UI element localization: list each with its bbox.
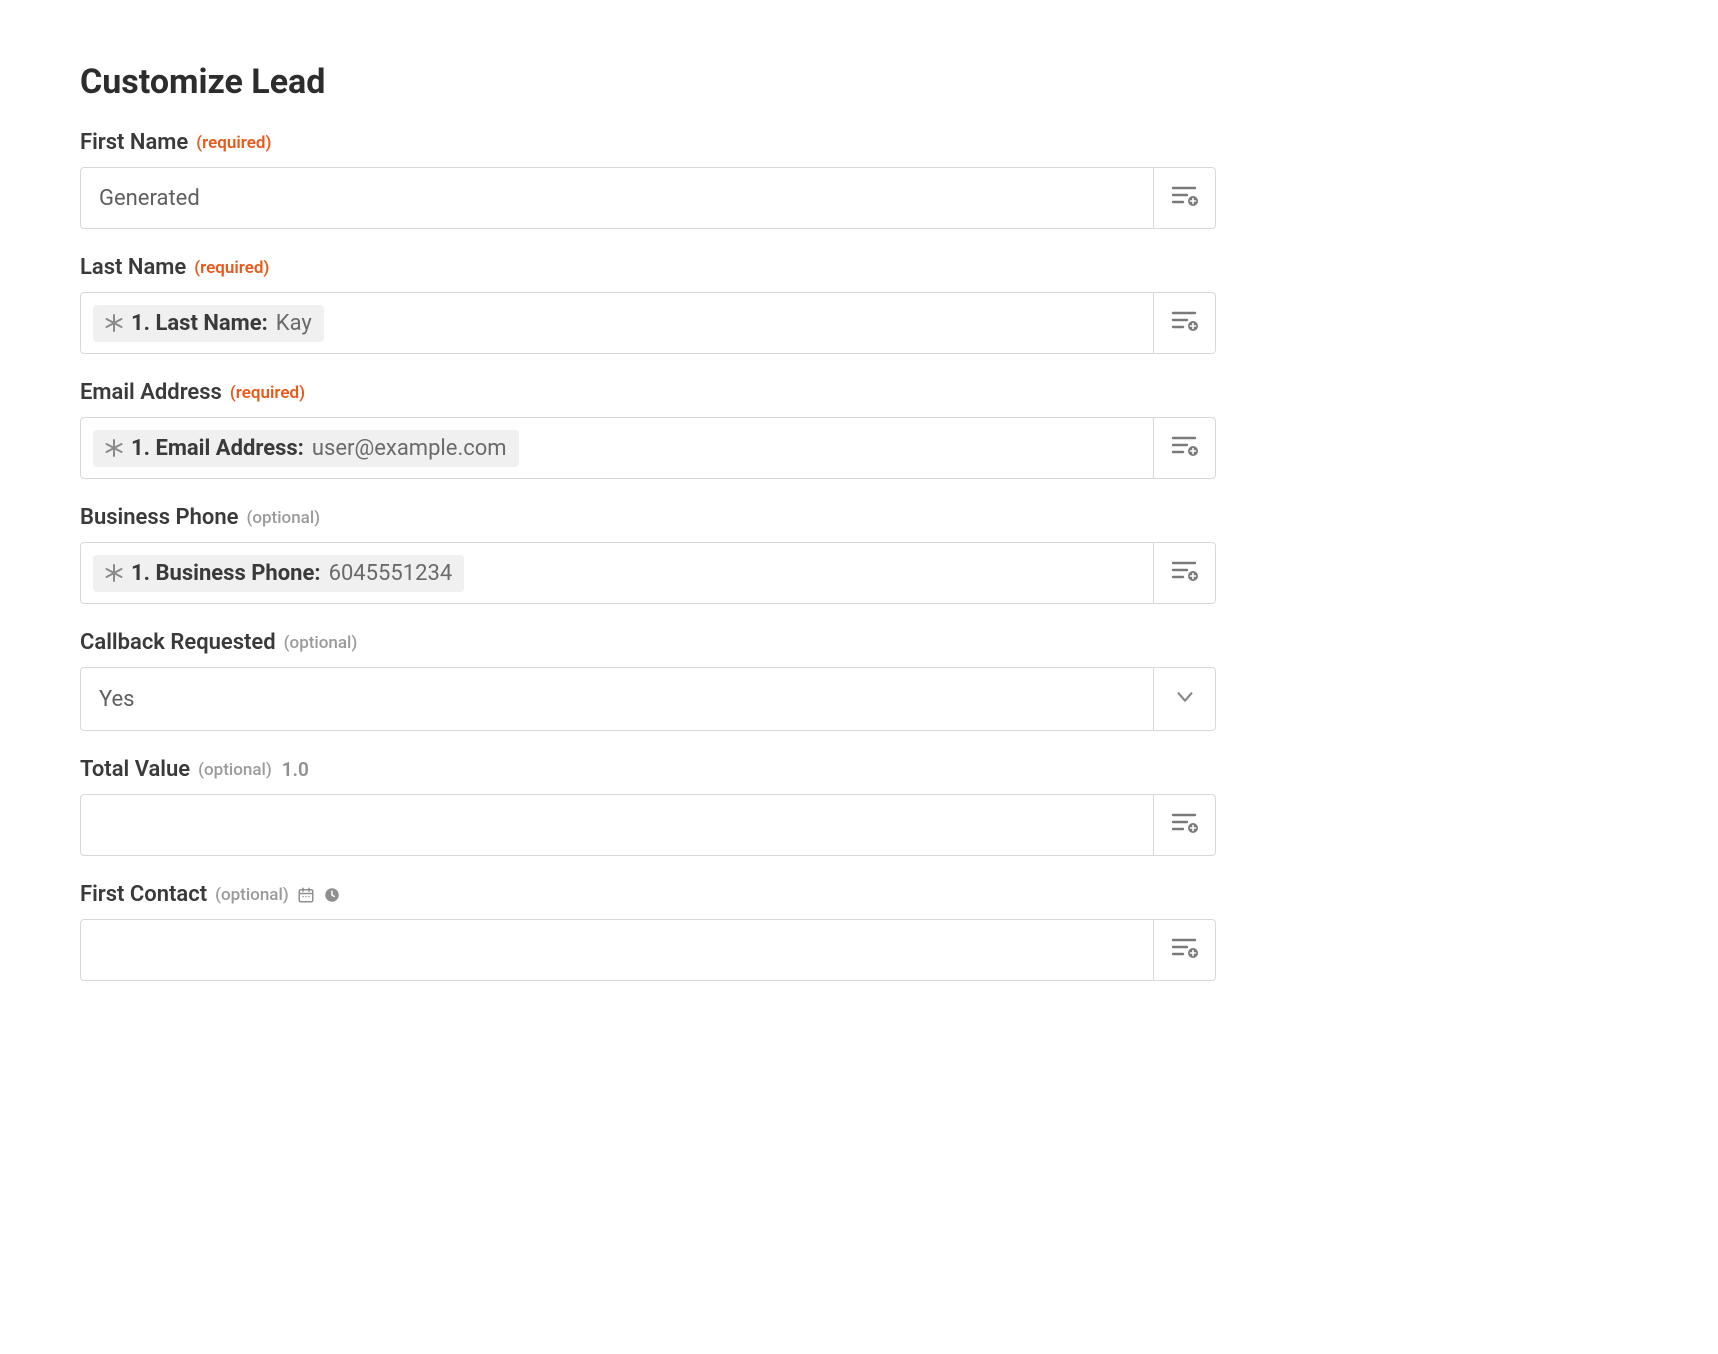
clock-icon xyxy=(323,886,341,904)
field-callback-requested: Callback Requested (optional) Yes xyxy=(80,630,1638,731)
insert-field-icon xyxy=(1171,309,1199,337)
asterisk-icon xyxy=(105,314,123,332)
email-label-row: Email Address (required) xyxy=(80,380,1638,405)
optional-tag: (optional) xyxy=(246,508,320,528)
business-phone-label: Business Phone xyxy=(80,505,238,530)
pill-label: 1. Business Phone: xyxy=(131,561,321,586)
pill-label: 1. Email Address: xyxy=(131,436,304,461)
required-tag: (required) xyxy=(230,383,305,403)
callback-label-row: Callback Requested (optional) xyxy=(80,630,1638,655)
asterisk-icon xyxy=(105,564,123,582)
field-first-name: First Name (required) Generated xyxy=(80,130,1638,229)
insert-field-icon xyxy=(1171,184,1199,212)
first-contact-input-row xyxy=(80,919,1216,981)
field-last-name: Last Name (required) 1. Last Name: Kay xyxy=(80,255,1638,354)
page-title: Customize Lead xyxy=(80,62,1638,102)
calendar-icon xyxy=(297,886,315,904)
insert-field-icon xyxy=(1171,936,1199,964)
email-input[interactable]: 1. Email Address: user@example.com xyxy=(80,417,1154,479)
pill-value: Kay xyxy=(276,311,312,336)
business-phone-input-row: 1. Business Phone: 6045551234 xyxy=(80,542,1216,604)
field-first-contact: First Contact (optional) xyxy=(80,882,1638,981)
insert-field-icon xyxy=(1171,811,1199,839)
first-contact-label-row: First Contact (optional) xyxy=(80,882,1638,907)
asterisk-icon xyxy=(105,439,123,457)
business-phone-insert-field-button[interactable] xyxy=(1154,542,1216,604)
total-value-input[interactable] xyxy=(80,794,1154,856)
first-contact-label: First Contact xyxy=(80,882,207,907)
first-name-input[interactable]: Generated xyxy=(80,167,1154,229)
pill-value: user@example.com xyxy=(312,436,507,461)
optional-tag: (optional) xyxy=(198,760,272,780)
callback-select[interactable]: Yes xyxy=(80,667,1216,731)
total-value-hint: 1.0 xyxy=(282,758,309,781)
total-value-insert-field-button[interactable] xyxy=(1154,794,1216,856)
optional-tag: (optional) xyxy=(284,633,358,653)
business-phone-label-row: Business Phone (optional) xyxy=(80,505,1638,530)
first-name-label-row: First Name (required) xyxy=(80,130,1638,155)
last-name-input-row: 1. Last Name: Kay xyxy=(80,292,1216,354)
customize-lead-form: Customize Lead First Name (required) Gen… xyxy=(0,0,1718,1354)
optional-tag: (optional) xyxy=(215,885,289,905)
field-business-phone: Business Phone (optional) 1. Business Ph… xyxy=(80,505,1638,604)
required-tag: (required) xyxy=(194,258,269,278)
field-total-value: Total Value (optional) 1.0 xyxy=(80,757,1638,856)
first-contact-insert-field-button[interactable] xyxy=(1154,919,1216,981)
email-insert-field-button[interactable] xyxy=(1154,417,1216,479)
business-phone-mapped-pill[interactable]: 1. Business Phone: 6045551234 xyxy=(93,555,464,592)
required-tag: (required) xyxy=(196,133,271,153)
chevron-down-icon xyxy=(1174,686,1196,712)
callback-value-text: Yes xyxy=(99,687,135,712)
field-email: Email Address (required) 1. Email Addres… xyxy=(80,380,1638,479)
last-name-input[interactable]: 1. Last Name: Kay xyxy=(80,292,1154,354)
last-name-insert-field-button[interactable] xyxy=(1154,292,1216,354)
pill-value: 6045551234 xyxy=(329,561,453,586)
last-name-label: Last Name xyxy=(80,255,186,280)
first-name-insert-field-button[interactable] xyxy=(1154,167,1216,229)
business-phone-input[interactable]: 1. Business Phone: 6045551234 xyxy=(80,542,1154,604)
email-input-row: 1. Email Address: user@example.com xyxy=(80,417,1216,479)
first-contact-input[interactable] xyxy=(80,919,1154,981)
callback-dropdown-caret[interactable] xyxy=(1153,668,1215,730)
last-name-label-row: Last Name (required) xyxy=(80,255,1638,280)
insert-field-icon xyxy=(1171,559,1199,587)
insert-field-icon xyxy=(1171,434,1199,462)
first-name-label: First Name xyxy=(80,130,188,155)
total-value-label-row: Total Value (optional) 1.0 xyxy=(80,757,1638,782)
email-mapped-pill[interactable]: 1. Email Address: user@example.com xyxy=(93,430,519,467)
first-name-value: Generated xyxy=(99,186,200,211)
pill-label: 1. Last Name: xyxy=(131,311,268,336)
last-name-mapped-pill[interactable]: 1. Last Name: Kay xyxy=(93,305,324,342)
callback-select-value: Yes xyxy=(81,668,1153,730)
email-label: Email Address xyxy=(80,380,222,405)
total-value-input-row xyxy=(80,794,1216,856)
total-value-label: Total Value xyxy=(80,757,190,782)
callback-label: Callback Requested xyxy=(80,630,276,655)
first-name-input-row: Generated xyxy=(80,167,1216,229)
